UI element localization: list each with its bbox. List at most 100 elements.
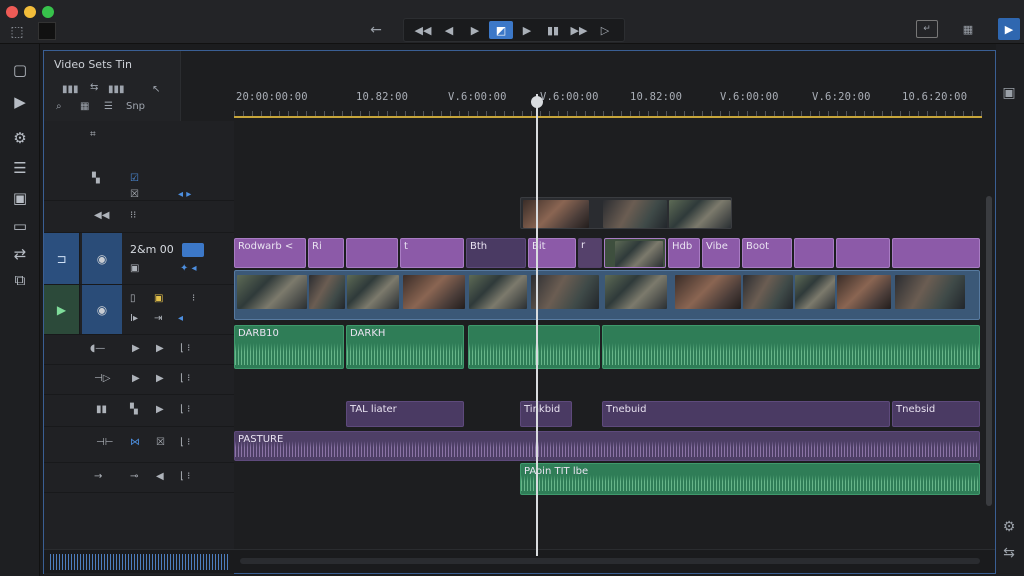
layers-tool-icon[interactable]: ▣ (8, 186, 32, 210)
track-toggle[interactable] (182, 243, 204, 257)
hook-icon[interactable]: ⊸ (130, 471, 138, 482)
bowtie-icon[interactable]: ⋈ (130, 437, 140, 448)
audio-clip[interactable]: DARB10 (234, 325, 344, 369)
viewer-icon[interactable]: ↵ (916, 20, 938, 38)
audio-clip[interactable]: Tnebsid (892, 401, 980, 427)
audio-clip[interactable]: DARKH (346, 325, 464, 369)
link-icon[interactable]: ⇆ (1000, 544, 1018, 562)
video-clip[interactable] (346, 238, 398, 268)
group-tool-icon[interactable]: ⧉ (8, 268, 32, 292)
meter-icon[interactable]: ⌊ ⁝ (180, 343, 190, 354)
link-icon[interactable]: ▚ (92, 173, 100, 184)
video-clip[interactable]: t (400, 238, 464, 268)
volume-icon[interactable]: ◂ ▸ (178, 189, 191, 200)
transform-tool-icon[interactable]: ⚙ (8, 126, 32, 150)
sync-icon[interactable]: ⇆ (90, 82, 98, 93)
track-options-icon[interactable]: ⌗ (90, 129, 96, 140)
step-forward-icon[interactable]: ▶ (463, 21, 487, 39)
audio-target-icon[interactable]: ▶ (44, 285, 80, 334)
link-tool-icon[interactable]: ⇄ (8, 242, 32, 266)
meter-icon[interactable]: ⌊ ⁝ (180, 373, 190, 384)
mute-icon[interactable]: ☒ (156, 437, 165, 448)
marker-icon[interactable]: ▮▮ (541, 21, 565, 39)
meter-icon[interactable]: ⌊ ⁝ (180, 437, 190, 448)
forward-icon[interactable]: ▶ (156, 373, 164, 384)
select-tool-icon[interactable]: ⬚ (6, 22, 28, 42)
audio-clip[interactable]: Tnebuid (602, 401, 890, 427)
skip-back-icon[interactable]: ◀◀ (411, 21, 435, 39)
horizontal-scrollbar[interactable] (240, 558, 980, 564)
grid-icon[interactable]: ▦ (80, 101, 89, 112)
bars-icon[interactable]: ▮▮ (96, 404, 107, 415)
close-window-button[interactable] (6, 6, 18, 18)
video-clip[interactable]: Boot (742, 238, 792, 268)
play-track-icon[interactable]: ▶ (132, 343, 140, 354)
arrow-icon[interactable]: → (94, 471, 102, 482)
trim-icon[interactable]: ⊣⊢ (96, 437, 113, 448)
cursor-icon[interactable]: ↖ (152, 84, 160, 95)
video-clip[interactable]: Ri (308, 238, 344, 268)
next-icon[interactable]: ▷ (593, 21, 617, 39)
minimize-window-button[interactable] (24, 6, 36, 18)
audio-clip[interactable] (602, 325, 980, 369)
meter-icon[interactable]: ⌊ ⁝ (180, 471, 190, 482)
title-clip[interactable] (520, 197, 732, 229)
crop-tool-icon[interactable]: ▢ (8, 58, 32, 82)
meter-icon[interactable]: ⌊ ⁝ (180, 404, 190, 415)
playhead[interactable] (536, 94, 538, 556)
play-icon[interactable]: ▶ (515, 21, 539, 39)
mute-icon[interactable]: ☒ (130, 189, 139, 200)
step-back-icon[interactable]: ◀ (437, 21, 461, 39)
video-clip[interactable] (604, 238, 666, 268)
delete-tool-icon[interactable]: ▭ (8, 214, 32, 238)
track-eye-icon[interactable]: ◉ (82, 233, 122, 284)
input-icon[interactable]: I▸ (130, 313, 138, 324)
snap-icon[interactable]: ☰ (104, 101, 113, 112)
zoom-window-button[interactable] (42, 6, 54, 18)
search-icon[interactable]: ⌕ (56, 101, 62, 112)
split-icon[interactable]: ⊣▷ (94, 373, 110, 384)
vertical-scrollbar[interactable] (986, 196, 992, 506)
snap-label[interactable]: Snp (126, 101, 145, 112)
color-swatch[interactable] (38, 22, 56, 40)
work-area-bar[interactable] (234, 116, 982, 118)
clip-icon[interactable]: ▣ (130, 263, 139, 274)
grid-layout-icon[interactable]: ▦ (956, 18, 980, 40)
target-icon[interactable]: ⊐ (44, 233, 80, 284)
audio-eye-icon[interactable]: ◉ (82, 285, 122, 334)
video-clip[interactable] (892, 238, 980, 268)
back-icon[interactable]: ◀ (156, 471, 164, 482)
view-icon[interactable]: ▮▮▮ (62, 84, 79, 95)
video-clip[interactable] (836, 238, 890, 268)
keyframe-icon[interactable]: ✦ ◂ (180, 263, 197, 274)
video-clip[interactable] (794, 238, 834, 268)
video-clip[interactable]: r (578, 238, 602, 268)
playhead-handle[interactable] (531, 96, 543, 108)
solo-icon[interactable]: ▣ (154, 293, 163, 304)
video-clip[interactable]: Hdb (668, 238, 700, 268)
speaker-icon[interactable]: ◀◀ (94, 210, 109, 221)
export-icon[interactable]: ▶ (998, 18, 1020, 40)
stereo-icon[interactable]: ⁝ (192, 293, 195, 304)
pan-icon[interactable]: ◂ (178, 313, 183, 324)
play-track-icon[interactable]: ▶ (132, 373, 140, 384)
panel-icon[interactable]: ▣ (1000, 84, 1018, 102)
skip-forward-icon[interactable]: ▶▶ (567, 21, 591, 39)
audio-clip[interactable] (468, 325, 600, 369)
mic-icon[interactable]: ⇥ (154, 313, 162, 324)
settings-icon[interactable]: ⁝⁝ (130, 210, 136, 221)
video-clip[interactable]: Rodwarb < (234, 238, 306, 268)
video-track-v1[interactable] (234, 270, 980, 320)
stack-tool-icon[interactable]: ☰ (8, 156, 32, 180)
audio-icon[interactable]: ◖— (90, 343, 105, 354)
forward-icon[interactable]: ▶ (156, 343, 164, 354)
link-icon[interactable]: ▚ (130, 404, 138, 415)
gear-icon[interactable]: ⚙ (1000, 518, 1018, 536)
audio-clip[interactable]: TAL liater (346, 401, 464, 427)
list-icon[interactable]: ▮▮▮ (108, 84, 125, 95)
video-clip[interactable]: Vibe (702, 238, 740, 268)
mark-in-icon[interactable]: ◩ (489, 21, 513, 39)
back-arrow-icon[interactable]: ← (366, 20, 386, 40)
audio-clip[interactable]: Tinkbid (520, 401, 572, 427)
video-clip[interactable]: Bth (466, 238, 526, 268)
